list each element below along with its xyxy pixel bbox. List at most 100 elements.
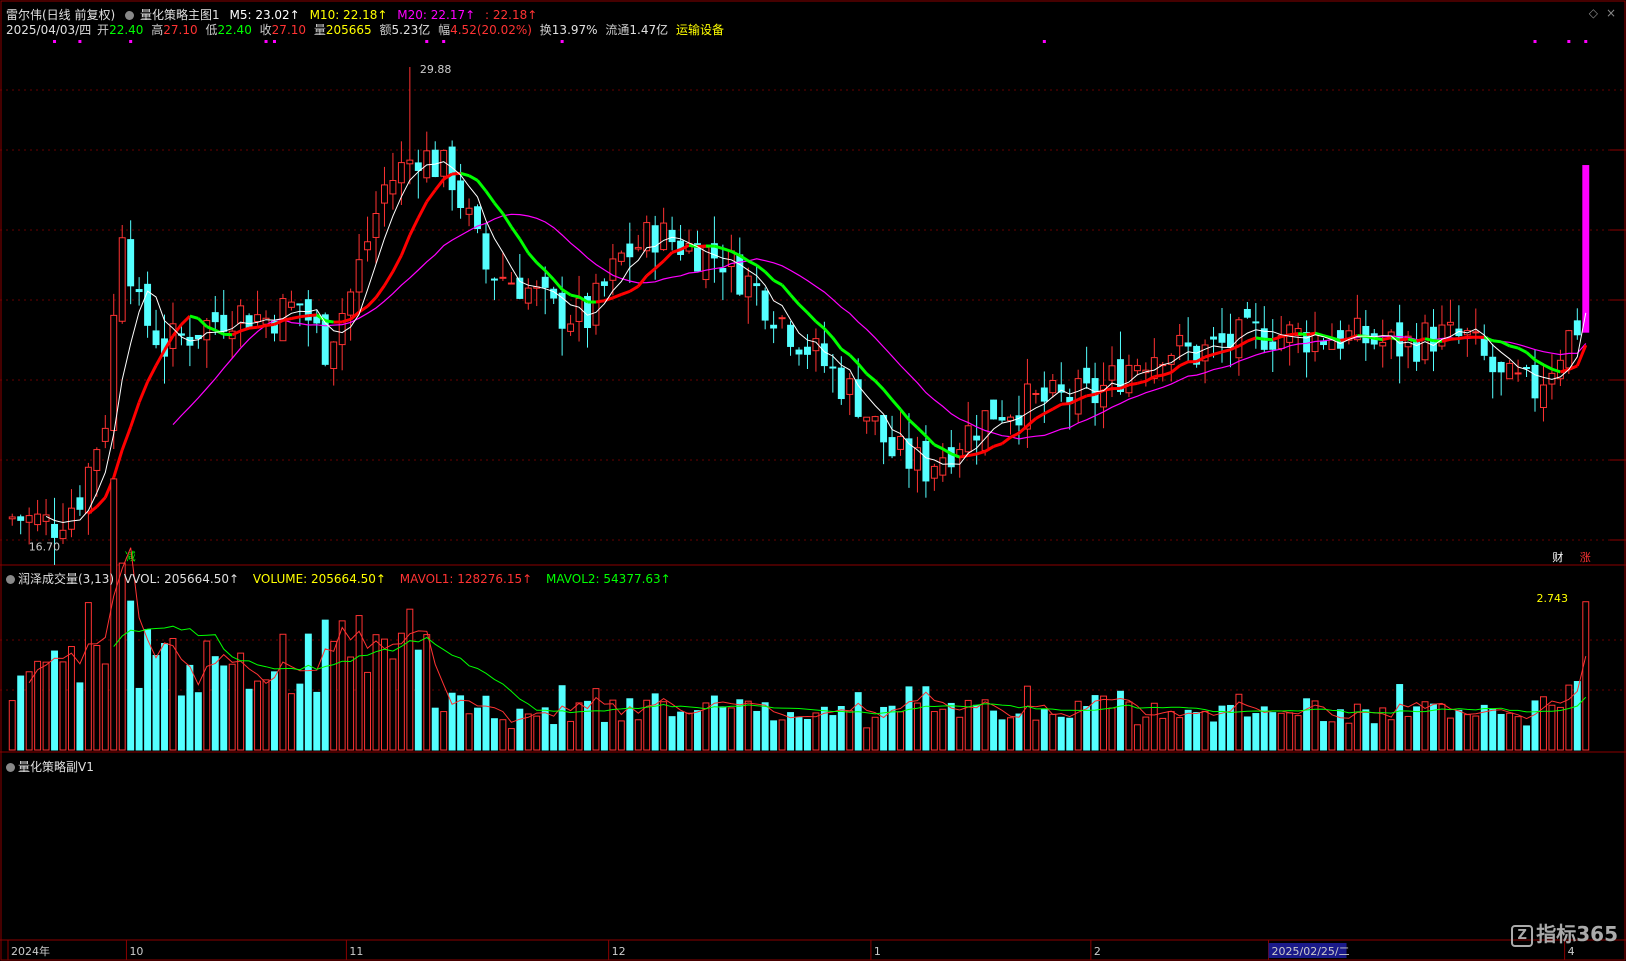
- volume-bar: [279, 633, 287, 751]
- volume-bar: [1472, 715, 1480, 751]
- volume-bar: [1421, 701, 1429, 751]
- volume-bar: [211, 656, 219, 751]
- ma10-segment: [899, 408, 911, 421]
- ma10-segment: [416, 200, 429, 219]
- candle-body: [567, 323, 575, 332]
- candle-body: [17, 516, 25, 521]
- candle-body: [1184, 342, 1192, 347]
- ma10-segment: [112, 449, 124, 478]
- mavol1-value: MAVOL1: 128276.15↑: [399, 572, 533, 586]
- candle-body: [1125, 364, 1133, 394]
- volume-bar: [1023, 685, 1031, 751]
- volume-bar: [127, 600, 135, 751]
- ma10-segment: [1297, 332, 1307, 337]
- ma10-segment: [595, 299, 605, 304]
- volume-bar: [177, 695, 185, 751]
- ma10-segment: [1441, 337, 1451, 343]
- candle-body: [51, 523, 58, 538]
- candle-body: [803, 346, 811, 355]
- candle-body: [34, 513, 42, 526]
- candle-body: [482, 233, 490, 270]
- up-marker: 涨: [1580, 551, 1591, 564]
- volume-bar: [152, 655, 160, 751]
- sub-indicator-name: 量化策略副V1: [18, 760, 94, 774]
- volume-bar: [795, 717, 803, 751]
- ma10-segment: [1162, 370, 1172, 377]
- candle-body: [660, 222, 668, 251]
- ma10-segment: [697, 244, 707, 249]
- ma5-line: [45, 161, 1587, 524]
- finance-marker: 财: [1552, 550, 1563, 564]
- ma10-segment: [772, 278, 783, 287]
- volume-bar: [609, 699, 617, 751]
- ma10-segment: [916, 426, 927, 438]
- candle-body: [8, 516, 16, 520]
- ma10-segment: [265, 322, 275, 328]
- volume-bar: [939, 708, 947, 751]
- ma10-segment: [146, 364, 158, 383]
- volume-bar: [262, 679, 270, 751]
- candle-body: [880, 415, 888, 443]
- volume-bar: [474, 707, 481, 751]
- x-axis-label: 10: [129, 945, 143, 958]
- volume-bar: [1548, 704, 1556, 751]
- candle-body: [144, 283, 152, 326]
- ma10-segment: [976, 449, 986, 456]
- volume-bar: [59, 661, 67, 751]
- ma10-segment: [1424, 337, 1434, 343]
- float-value: 1.47亿: [629, 23, 669, 37]
- volume-bar: [990, 710, 998, 751]
- volume-bar: [1252, 713, 1260, 751]
- volume-bar: [76, 682, 84, 751]
- ma10-segment: [1255, 336, 1265, 341]
- volume-bar: [803, 718, 811, 751]
- ma10-segment: [1009, 431, 1020, 439]
- volume-bar: [1353, 703, 1361, 751]
- candle-body: [744, 275, 752, 298]
- close-icon[interactable]: ×: [1606, 6, 1616, 20]
- ma10-segment: [1534, 358, 1545, 367]
- candle-body: [355, 259, 363, 293]
- candle-body: [1489, 356, 1497, 373]
- volume-bar: [245, 688, 253, 751]
- volume-bar: [567, 720, 575, 751]
- candle-body: [457, 180, 465, 209]
- ma10-segment: [1246, 336, 1257, 343]
- candle-body: [922, 440, 930, 482]
- candle-body: [1252, 321, 1260, 324]
- volume-bar: [541, 707, 549, 751]
- volume-bar: [575, 702, 583, 751]
- volume-bar: [880, 706, 888, 751]
- ma10-segment: [1043, 407, 1054, 415]
- volume-bar: [1286, 712, 1294, 751]
- volume-bar: [1269, 712, 1277, 751]
- volume-bar: [922, 686, 930, 751]
- volume-bar: [144, 629, 152, 751]
- candle-body: [507, 282, 515, 285]
- volume-bar: [1489, 708, 1497, 751]
- ma10-segment: [1170, 364, 1181, 374]
- volume-bar: [753, 710, 761, 751]
- candle-body: [1438, 324, 1446, 347]
- ma10-segment: [806, 311, 817, 323]
- diamond-icon[interactable]: ◇: [1589, 6, 1598, 20]
- volume-bar: [1117, 690, 1124, 751]
- volume-bar: [1150, 702, 1158, 751]
- volume-max-label: 2.743: [1537, 592, 1569, 605]
- candle-body: [1269, 341, 1277, 350]
- volume-bar: [237, 652, 245, 751]
- candle-body: [930, 465, 938, 479]
- stock-chart[interactable]: 16.7029.88减财涨2.7432024年 10 11 12 1 2 2025/02/2…: [0, 0, 1626, 961]
- candle-body: [1328, 339, 1336, 350]
- candle-body: [617, 252, 625, 262]
- volume-bar: [1091, 695, 1099, 751]
- candle-body: [609, 258, 617, 281]
- candle-body: [448, 146, 456, 191]
- volume-bar: [1396, 684, 1404, 751]
- candle-body: [1573, 320, 1581, 336]
- ma10-segment: [848, 353, 860, 365]
- volume-bar: [854, 692, 862, 751]
- ma10-segment: [1179, 360, 1189, 368]
- volume-bar: [930, 711, 938, 751]
- high-label: 高: [151, 23, 164, 37]
